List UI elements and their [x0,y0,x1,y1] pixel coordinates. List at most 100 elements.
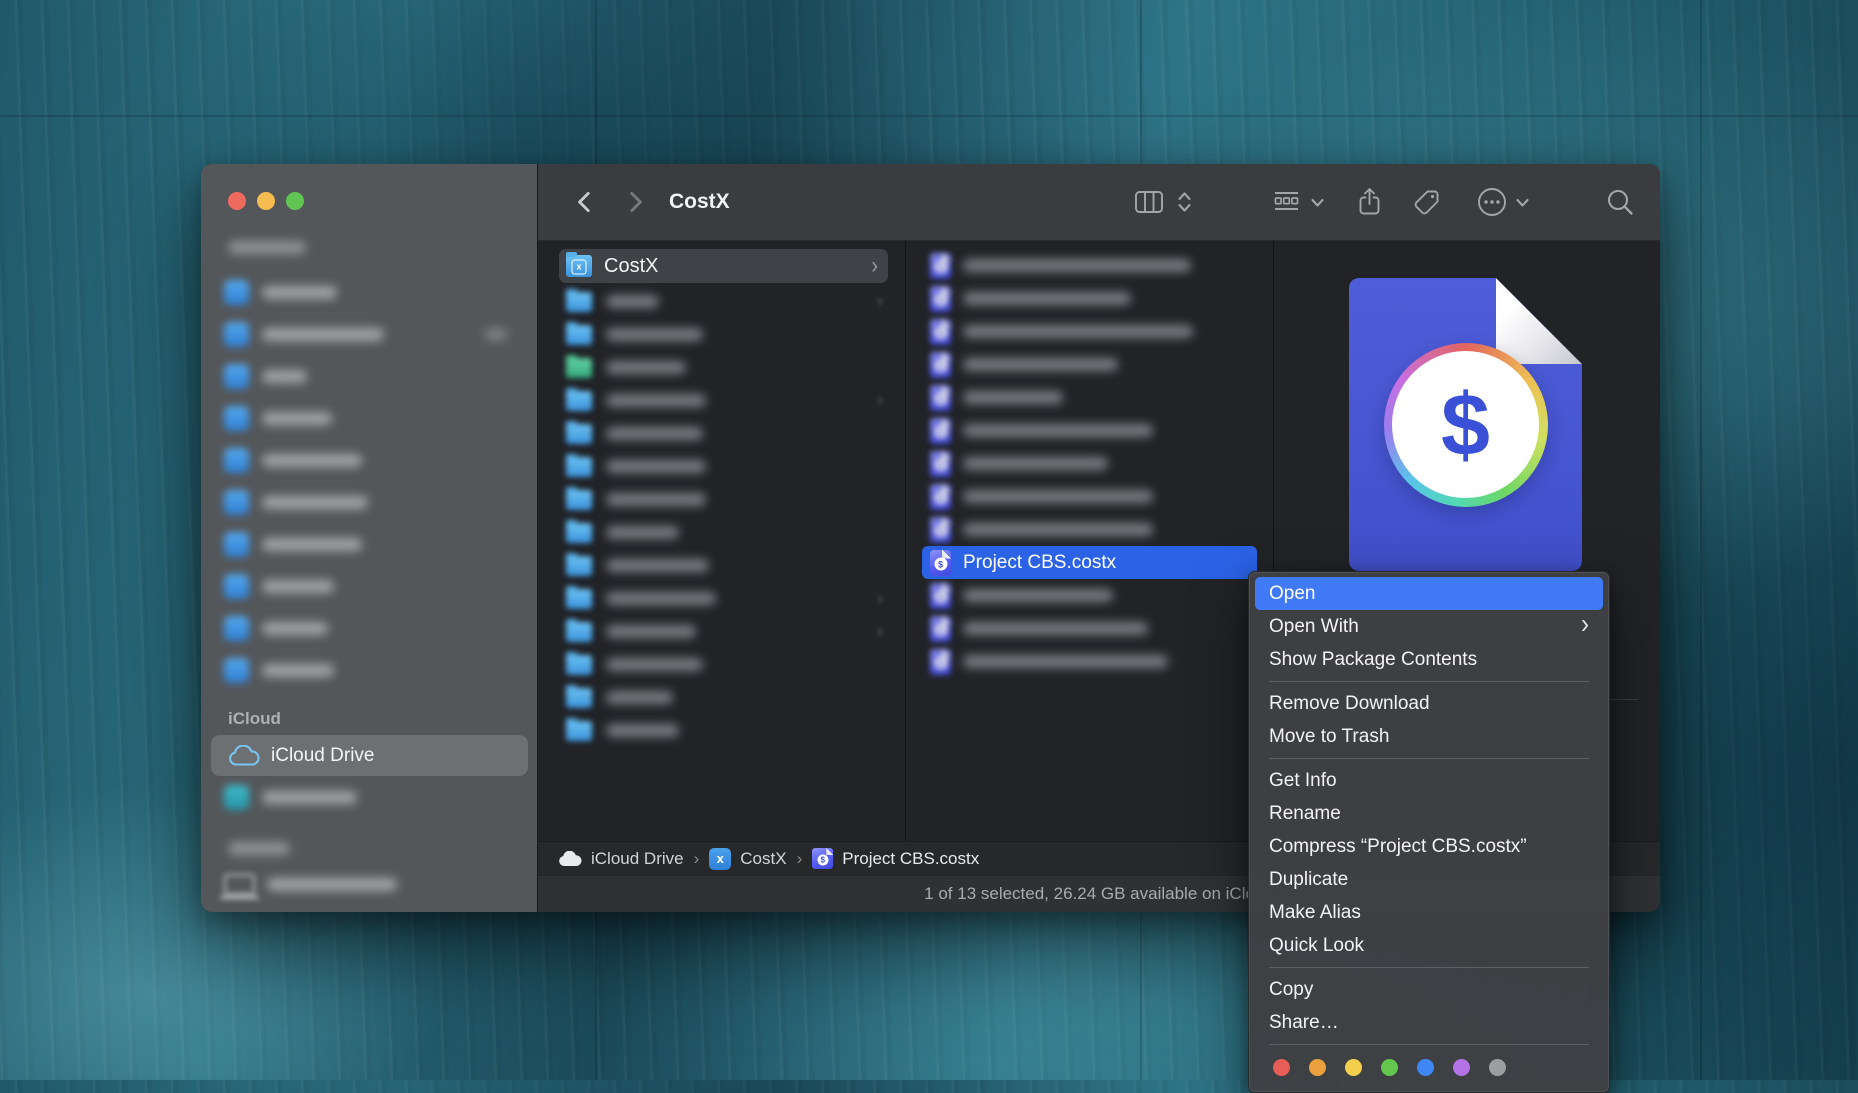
file-row-selected[interactable]: $ Project CBS.costx [922,546,1257,579]
zoom-button[interactable] [286,192,304,210]
folder-row-blurred[interactable] [538,549,905,582]
folder-row-costx[interactable]: x CostX › [559,249,888,283]
menu-item-compress-project-cbs-costx[interactable]: Compress “Project CBS.costx” [1249,830,1609,863]
file-row-blurred[interactable]: $ [906,612,1273,645]
file-row-blurred[interactable]: $ [906,480,1273,513]
menu-item-open[interactable]: Open [1255,577,1603,610]
folder-row-blurred[interactable]: › [538,615,905,648]
menu-item-remove-download[interactable]: Remove Download [1249,687,1609,720]
menu-item-duplicate[interactable]: Duplicate [1249,863,1609,896]
sidebar-item-blurred[interactable] [201,481,537,523]
folder-row-blurred[interactable] [538,681,905,714]
sidebar-item-blurred[interactable] [201,397,537,439]
folder-row-blurred[interactable]: › [538,384,905,417]
costx-folder-icon: x [566,255,592,277]
folder-row-blurred[interactable]: › [538,582,905,615]
menu-separator [1269,1044,1589,1045]
blurred-label [606,724,679,737]
blurred-label [606,394,706,407]
menu-item-show-package-contents[interactable]: Show Package Contents [1249,643,1609,676]
folder-row-blurred[interactable] [538,483,905,516]
dollar-symbol: $ [1441,374,1490,476]
tag-yellow[interactable] [1345,1059,1362,1076]
tag-blue[interactable] [1417,1059,1434,1076]
folder-row-blurred[interactable] [538,351,905,384]
tag-red[interactable] [1273,1059,1290,1076]
search-button[interactable] [1605,187,1635,217]
menu-separator [1269,681,1589,682]
tags-button[interactable] [1412,188,1442,216]
file-row-blurred[interactable]: $ [906,249,1273,282]
folder-row-blurred[interactable] [538,516,905,549]
sidebar-item-icloud-drive[interactable]: iCloud Drive [211,735,528,776]
folder-row-blurred[interactable] [538,714,905,747]
blurred-label [963,259,1191,272]
menu-item-get-info[interactable]: Get Info [1249,764,1609,797]
minimize-button[interactable] [257,192,275,210]
sidebar-item-macbook[interactable] [201,863,537,905]
menu-item-rename[interactable]: Rename [1249,797,1609,830]
folder-row-blurred[interactable] [538,648,905,681]
menu-item-copy[interactable]: Copy [1249,973,1609,1006]
tag-green[interactable] [1381,1059,1398,1076]
file-row-blurred[interactable]: $ [906,579,1273,612]
file-row-blurred[interactable]: $ [906,414,1273,447]
folder-icon [566,391,592,411]
blurred-label [606,559,709,572]
tag-gray[interactable] [1489,1059,1506,1076]
blurred-label [606,625,696,638]
file-row-blurred[interactable]: $ [906,447,1273,480]
costx-file-icon: $ [930,385,951,411]
more-actions-button[interactable] [1476,186,1508,218]
tag-purple[interactable] [1453,1059,1470,1076]
file-row-blurred[interactable]: $ [906,381,1273,414]
laptop-icon [224,874,255,895]
back-button[interactable] [572,189,598,215]
blurred-label [606,427,703,440]
file-row-blurred[interactable]: $ [906,348,1273,381]
menu-item-label: Show Package Contents [1269,649,1477,671]
group-chevron[interactable] [1310,189,1325,215]
tag-orange[interactable] [1309,1059,1326,1076]
column-view-button[interactable] [1134,189,1164,215]
blurred-label [963,325,1193,338]
folder-row-blurred[interactable] [538,417,905,450]
group-by-icon [1272,189,1301,215]
view-chevrons[interactable] [1177,189,1192,215]
menu-item-open-with[interactable]: Open With› [1249,610,1609,643]
file-row-blurred[interactable]: $ [906,645,1273,678]
folder-row-blurred[interactable]: › [538,285,905,318]
menu-item-share[interactable]: Share… [1249,1006,1609,1039]
blurred-label [606,460,706,473]
more-chevron[interactable] [1515,189,1530,215]
folder-row-blurred[interactable] [538,450,905,483]
wallpaper-seam [1700,0,1702,1080]
sidebar-item-blurred[interactable] [201,565,537,607]
sidebar-item-blurred[interactable] [201,607,537,649]
sidebar-item-blurred[interactable] [201,649,537,691]
sidebar-item-blurred[interactable] [201,355,537,397]
sidebar-item-blurred[interactable] [201,523,537,565]
menu-item-quick-look[interactable]: Quick Look [1249,929,1609,962]
menu-item-move-to-trash[interactable]: Move to Trash [1249,720,1609,753]
sidebar-item-blurred[interactable] [201,313,537,355]
folder-icon [224,322,249,347]
status-text: 1 of 13 selected, 26.24 GB available on … [924,884,1274,904]
costx-file-icon: $ [930,484,951,510]
breadcrumb-costx[interactable]: CostX [709,848,786,870]
menu-item-make-alias[interactable]: Make Alias [1249,896,1609,929]
breadcrumb-project-cbs[interactable]: $ Project CBS.costx [812,848,979,869]
blurred-label [606,493,706,506]
forward-button[interactable] [622,189,648,215]
sidebar-item-blurred[interactable] [201,776,537,818]
share-button[interactable] [1356,187,1383,217]
group-by-button[interactable] [1272,189,1301,215]
folder-row-blurred[interactable] [538,318,905,351]
sidebar-item-blurred[interactable] [201,439,537,481]
sidebar-item-blurred[interactable] [201,271,537,313]
breadcrumb-icloud-drive[interactable]: iCloud Drive [558,849,684,869]
file-row-blurred[interactable]: $ [906,513,1273,546]
file-row-blurred[interactable]: $ [906,282,1273,315]
close-button[interactable] [228,192,246,210]
file-row-blurred[interactable]: $ [906,315,1273,348]
